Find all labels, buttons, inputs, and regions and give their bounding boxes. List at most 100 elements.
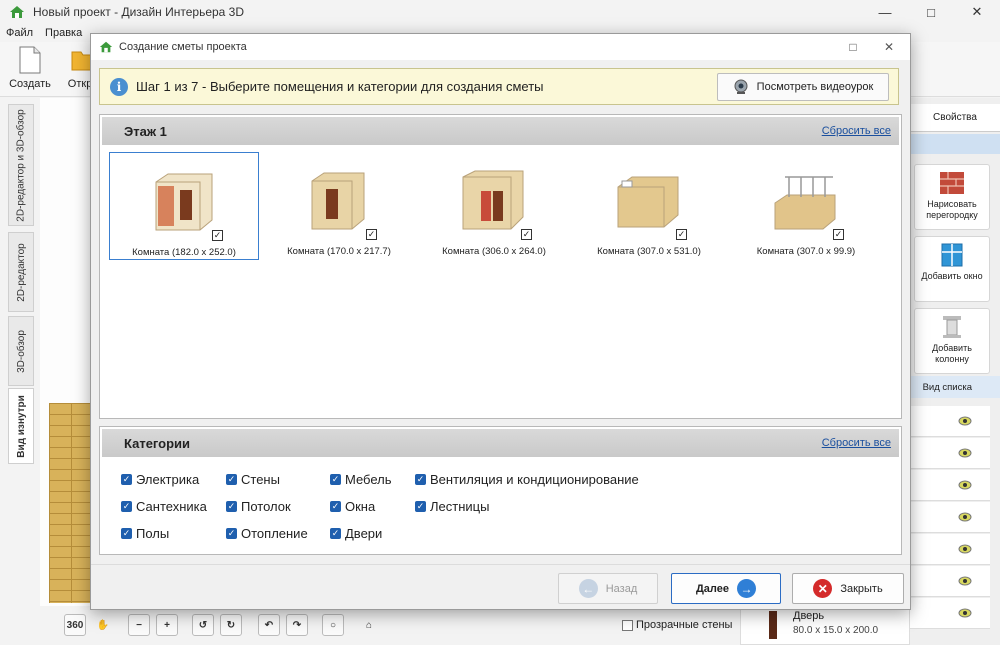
category-doors[interactable]: ✓ Двери bbox=[330, 526, 382, 541]
eye-icon[interactable] bbox=[958, 480, 972, 490]
list-item[interactable] bbox=[910, 502, 990, 533]
close-button[interactable]: ✕ Закрыть bbox=[792, 573, 904, 604]
floor-reset-link[interactable]: Сбросить все bbox=[822, 125, 891, 137]
category-windows[interactable]: ✓ Окна bbox=[330, 499, 375, 514]
category-checkbox[interactable]: ✓ bbox=[330, 474, 341, 485]
tilt-down-icon[interactable]: ↷ bbox=[286, 614, 308, 636]
eye-icon[interactable] bbox=[958, 448, 972, 458]
next-button[interactable]: Далее → bbox=[671, 573, 781, 604]
zoom-in-icon[interactable]: + bbox=[156, 614, 178, 636]
list-view-toggle[interactable]: Вид списка bbox=[910, 376, 1000, 398]
object-dimensions: 80.0 x 15.0 x 200.0 bbox=[793, 625, 879, 636]
room-preview-icon bbox=[459, 167, 527, 235]
room-tile[interactable]: ✓ Комната (170.0 x 217.7) bbox=[264, 152, 414, 260]
pan-hand-icon[interactable]: ✋ bbox=[92, 614, 114, 636]
list-item[interactable] bbox=[910, 406, 990, 437]
zoom-out-icon[interactable]: − bbox=[128, 614, 150, 636]
room-checkbox[interactable]: ✓ bbox=[366, 229, 377, 240]
category-label: Полы bbox=[136, 526, 170, 541]
tab-inside-view[interactable]: Вид изнутри bbox=[8, 388, 34, 464]
category-checkbox[interactable]: ✓ bbox=[330, 501, 341, 512]
list-item[interactable] bbox=[910, 534, 990, 565]
list-item[interactable] bbox=[910, 566, 990, 597]
eye-icon[interactable] bbox=[958, 512, 972, 522]
rotate-right-icon[interactable]: ↻ bbox=[220, 614, 242, 636]
transparent-walls-label: Прозрачные стены bbox=[636, 619, 733, 631]
list-item[interactable] bbox=[910, 470, 990, 501]
category-ventilation[interactable]: ✓ Вентиляция и кондиционирование bbox=[415, 472, 639, 487]
category-checkbox[interactable]: ✓ bbox=[415, 474, 426, 485]
tilt-up-icon[interactable]: ↶ bbox=[258, 614, 280, 636]
floor-panel: Этаж 1 Сбросить все ✓ Комната (182.0 x 2… bbox=[99, 114, 902, 419]
tab-3d[interactable]: 3D-обзор bbox=[8, 316, 34, 386]
category-checkbox[interactable]: ✓ bbox=[121, 501, 132, 512]
category-heating[interactable]: ✓ Отопление bbox=[226, 526, 308, 541]
room-checkbox[interactable]: ✓ bbox=[212, 230, 223, 241]
add-window-button[interactable]: Добавить окно bbox=[914, 236, 990, 302]
room-checkbox[interactable]: ✓ bbox=[676, 229, 687, 240]
light-bulb-icon[interactable]: ○ bbox=[322, 614, 344, 636]
list-view-label: Вид списка bbox=[922, 381, 972, 393]
category-label: Вентиляция и кондиционирование bbox=[430, 472, 639, 487]
video-lesson-button[interactable]: Посмотреть видеоурок bbox=[717, 73, 889, 101]
room-label: Комната (307.0 x 531.0) bbox=[597, 246, 701, 257]
eye-icon[interactable] bbox=[958, 544, 972, 554]
menu-edit[interactable]: Правка bbox=[45, 24, 82, 42]
eye-icon[interactable] bbox=[958, 416, 972, 426]
brick-icon bbox=[940, 172, 964, 194]
category-checkbox[interactable]: ✓ bbox=[226, 501, 237, 512]
tab-properties[interactable]: Свойства bbox=[910, 104, 1000, 132]
room-label: Комната (170.0 x 217.7) bbox=[287, 246, 391, 257]
back-button[interactable]: ← Назад bbox=[558, 573, 658, 604]
category-checkbox[interactable]: ✓ bbox=[330, 528, 341, 539]
left-view-tabs: 2D-редактор и 3D-обзор 2D-редактор 3D-об… bbox=[8, 104, 34, 464]
categories-reset-link[interactable]: Сбросить все bbox=[822, 437, 891, 449]
category-label: Окна bbox=[345, 499, 376, 514]
home-icon[interactable]: ⌂ bbox=[358, 614, 380, 636]
tab-2d[interactable]: 2D-редактор bbox=[8, 232, 34, 312]
transparent-walls-box[interactable] bbox=[622, 619, 633, 631]
add-column-button[interactable]: Добавить колонну bbox=[914, 308, 990, 374]
tab-2d-3d-label: 2D-редактор и 3D-обзор bbox=[15, 108, 27, 222]
menu-file[interactable]: Файл bbox=[6, 24, 33, 42]
room-checkbox[interactable]: ✓ bbox=[833, 229, 844, 240]
dialog-close-icon[interactable]: ✕ bbox=[872, 34, 906, 60]
list-item[interactable] bbox=[910, 438, 990, 469]
category-plumbing[interactable]: ✓ Сантехника bbox=[121, 499, 207, 514]
rotate-360-icon[interactable]: 360 bbox=[64, 614, 86, 636]
rotate-left-icon[interactable]: ↺ bbox=[192, 614, 214, 636]
room-tile[interactable]: ✓ Комната (307.0 x 99.9) bbox=[731, 152, 881, 260]
category-checkbox[interactable]: ✓ bbox=[415, 501, 426, 512]
eye-icon[interactable] bbox=[958, 576, 972, 586]
category-label: Потолок bbox=[241, 499, 291, 514]
category-label: Мебель bbox=[345, 472, 392, 487]
dialog-maximize-icon[interactable]: □ bbox=[836, 34, 870, 60]
category-furniture[interactable]: ✓ Мебель bbox=[330, 472, 392, 487]
right-panel: Свойства Нарисовать перегородку Добавить… bbox=[910, 98, 1000, 645]
transparent-walls-checkbox[interactable]: Прозрачные стены bbox=[622, 619, 732, 631]
dialog-titlebar: Создание сметы проекта □ ✕ bbox=[91, 34, 910, 60]
category-walls[interactable]: ✓ Стены bbox=[226, 472, 280, 487]
step-banner: i Шаг 1 из 7 - Выберите помещения и кате… bbox=[99, 68, 899, 105]
close-icon[interactable]: ✕ bbox=[954, 0, 1000, 24]
maximize-icon[interactable]: □ bbox=[908, 0, 954, 24]
category-checkbox[interactable]: ✓ bbox=[226, 528, 237, 539]
eye-icon[interactable] bbox=[958, 608, 972, 618]
category-ceiling[interactable]: ✓ Потолок bbox=[226, 499, 291, 514]
category-checkbox[interactable]: ✓ bbox=[226, 474, 237, 485]
room-checkbox[interactable]: ✓ bbox=[521, 229, 532, 240]
category-electrics[interactable]: ✓ Электрика bbox=[121, 472, 199, 487]
room-tile[interactable]: ✓ Комната (307.0 x 531.0) bbox=[574, 152, 724, 260]
room-tile[interactable]: ✓ Комната (182.0 x 252.0) bbox=[109, 152, 259, 260]
list-item[interactable] bbox=[910, 598, 990, 629]
dialog-title: Создание сметы проекта bbox=[119, 41, 247, 53]
category-stairs[interactable]: ✓ Лестницы bbox=[415, 499, 489, 514]
create-button[interactable]: Создать bbox=[4, 46, 56, 94]
tab-2d-3d[interactable]: 2D-редактор и 3D-обзор bbox=[8, 104, 34, 226]
category-floors[interactable]: ✓ Полы bbox=[121, 526, 169, 541]
category-checkbox[interactable]: ✓ bbox=[121, 528, 132, 539]
draw-partition-button[interactable]: Нарисовать перегородку bbox=[914, 164, 990, 230]
room-tile[interactable]: ✓ Комната (306.0 x 264.0) bbox=[419, 152, 569, 260]
minimize-icon[interactable]: — bbox=[862, 0, 908, 24]
category-checkbox[interactable]: ✓ bbox=[121, 474, 132, 485]
